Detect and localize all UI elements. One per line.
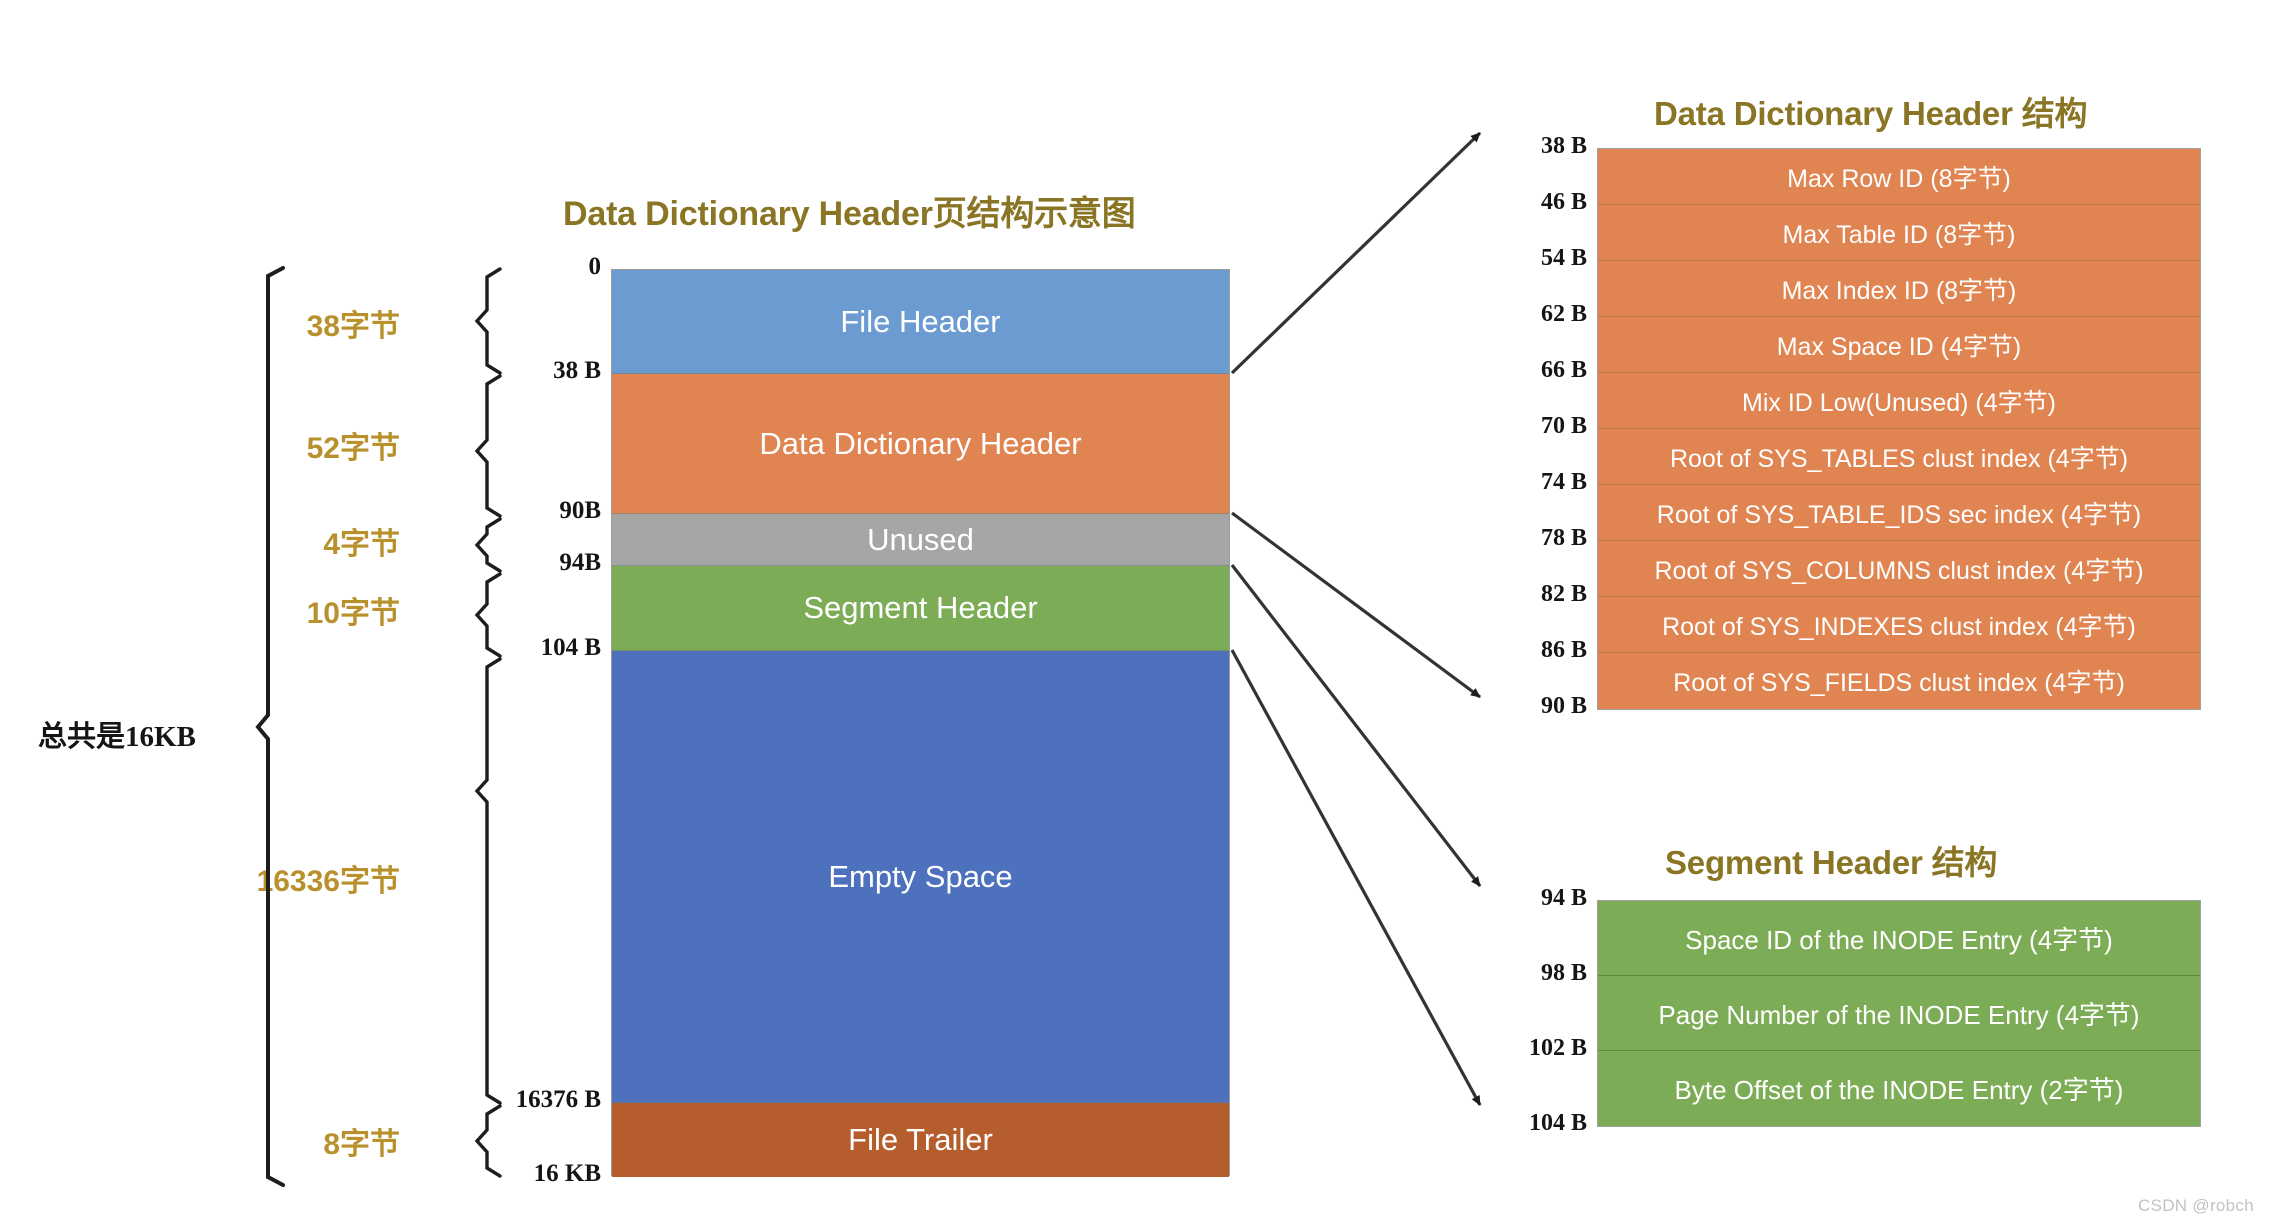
page-block-label: Empty Space	[828, 858, 1013, 894]
struct-offset-tick: 38 B	[1540, 133, 1587, 159]
struct-row-label: Space ID of the INODE Entry (4字节)	[1685, 924, 2113, 955]
struct-row: Root of SYS_TABLES clust index (4字节)	[1598, 429, 2200, 485]
struct-offset-tick: 78 B	[1540, 525, 1587, 551]
struct-row: Mix ID Low(Unused) (4字节)	[1598, 373, 2200, 429]
brace-label: 4字节	[323, 528, 400, 561]
page-block-label: File Header	[840, 303, 1001, 339]
struct-row-label: Root of SYS_TABLE_IDS sec index (4字节)	[1656, 500, 2142, 529]
page-block-file-trailer: File Trailer	[612, 1103, 1229, 1177]
ddh-structure-title: Data Dictionary Header 结构	[1654, 95, 2088, 132]
total-size-label: 总共是16KB	[38, 721, 196, 753]
byte-tick: 38 B	[553, 357, 601, 384]
segment-structure-table: Space ID of the INODE Entry (4字节) Page Nu…	[1597, 900, 2201, 1127]
brace-label: 52字节	[306, 432, 400, 465]
struct-offset-tick: 66 B	[1540, 357, 1587, 383]
struct-row-label: Root of SYS_FIELDS clust index (4字节)	[1673, 669, 2125, 697]
page-block-segment-header: Segment Header	[612, 566, 1229, 651]
struct-offset-tick: 74 B	[1540, 469, 1587, 495]
struct-offset-tick: 70 B	[1540, 413, 1587, 439]
struct-row: Max Space ID (4字节)	[1598, 317, 2200, 373]
struct-row-label: Root of SYS_COLUMNS clust index (4字节)	[1654, 556, 2144, 585]
page-block-label: Segment Header	[803, 590, 1038, 625]
page-block-label: File Trailer	[848, 1122, 993, 1157]
struct-row: Root of SYS_FIELDS clust index (4字节)	[1598, 653, 2200, 709]
page-block-label: Data Dictionary Header	[759, 425, 1082, 461]
watermark-text: CSDN @robch	[2138, 1196, 2254, 1215]
byte-tick: 16 KB	[533, 1160, 601, 1187]
struct-offset-tick: 102 B	[1528, 1035, 1587, 1061]
struct-row-label: Max Space ID (4字节)	[1776, 332, 2022, 361]
struct-row: Page Number of the INODE Entry (4字节)	[1598, 976, 2200, 1051]
main-diagram-title: Data Dictionary Header页结构示意图	[563, 195, 1136, 233]
struct-offset-tick: 94 B	[1540, 885, 1587, 911]
byte-tick: 16376 B	[515, 1086, 601, 1113]
page-block-file-header: File Header	[612, 270, 1229, 374]
segment-offset-column: 94 B 98 B 102 B 104 B	[1492, 882, 1587, 1202]
brace-label: 16336字节	[256, 865, 400, 898]
page-structure-column: File Header Data Dictionary Header Unused S…	[611, 269, 1230, 1177]
page-block-data-dictionary-header: Data Dictionary Header	[612, 374, 1229, 514]
brace-label: 10字节	[306, 596, 400, 630]
page-block-label: Unused	[867, 521, 974, 557]
struct-offset-tick: 54 B	[1540, 245, 1587, 271]
page-block-unused: Unused	[612, 514, 1229, 566]
struct-offset-tick: 90 B	[1540, 693, 1587, 719]
segment-structure-title: Segment Header 结构	[1665, 844, 1998, 881]
byte-tick: 94B	[559, 549, 601, 576]
ddh-offset-column: 38 B 46 B 54 B 62 B 66 B 70 B 74 B 78 B 82 B 86 B…	[1492, 130, 1587, 750]
struct-offset-tick: 82 B	[1540, 581, 1587, 607]
struct-row-label: Max Table ID (8字节)	[1782, 220, 2016, 249]
struct-offset-tick: 86 B	[1540, 637, 1587, 663]
ddh-structure-table: Max Row ID (8字节) Max Table ID (8字节) Max In…	[1597, 148, 2201, 710]
byte-offset-ruler: 0 38 B 90B 94B 104 B 16376 B 16 KB	[490, 250, 601, 1190]
struct-offset-tick: 98 B	[1540, 960, 1587, 986]
struct-row: Byte Offset of the INODE Entry (2字节)	[1598, 1051, 2200, 1126]
struct-row-label: Root of SYS_INDEXES clust index (4字节)	[1662, 612, 2136, 641]
brace-label: 8字节	[323, 1128, 400, 1161]
struct-row-label: Mix ID Low(Unused) (4字节)	[1742, 388, 2056, 417]
struct-row: Root of SYS_COLUMNS clust index (4字节)	[1598, 541, 2200, 597]
struct-offset-tick: 62 B	[1540, 301, 1587, 327]
diagram-canvas: Data Dictionary Header页结构示意图 Data Dictio…	[0, 0, 2274, 1226]
byte-tick: 90B	[559, 497, 601, 524]
callout-arrows	[1230, 131, 1482, 1106]
brace-label: 38字节	[306, 310, 400, 343]
struct-row-label: Page Number of the INODE Entry (4字节)	[1658, 999, 2140, 1030]
struct-offset-tick: 46 B	[1540, 189, 1587, 215]
struct-row-label: Root of SYS_TABLES clust index (4字节)	[1669, 444, 2129, 473]
struct-row: Max Table ID (8字节)	[1598, 205, 2200, 261]
struct-row: Max Index ID (8字节)	[1598, 261, 2200, 317]
struct-offset-tick: 104 B	[1528, 1110, 1587, 1136]
struct-row-label: Byte Offset of the INODE Entry (2字节)	[1674, 1075, 2124, 1105]
struct-row: Space ID of the INODE Entry (4字节)	[1598, 901, 2200, 976]
struct-row: Max Row ID (8字节)	[1598, 149, 2200, 205]
byte-tick: 104 B	[540, 634, 601, 661]
struct-row-label: Max Index ID (8字节)	[1781, 276, 2017, 305]
struct-row: Root of SYS_INDEXES clust index (4字节)	[1598, 597, 2200, 653]
page-block-empty-space: Empty Space	[612, 651, 1229, 1103]
struct-row: Root of SYS_TABLE_IDS sec index (4字节)	[1598, 485, 2200, 541]
struct-row-label: Max Row ID (8字节)	[1787, 164, 2011, 193]
byte-tick: 0	[588, 253, 602, 280]
